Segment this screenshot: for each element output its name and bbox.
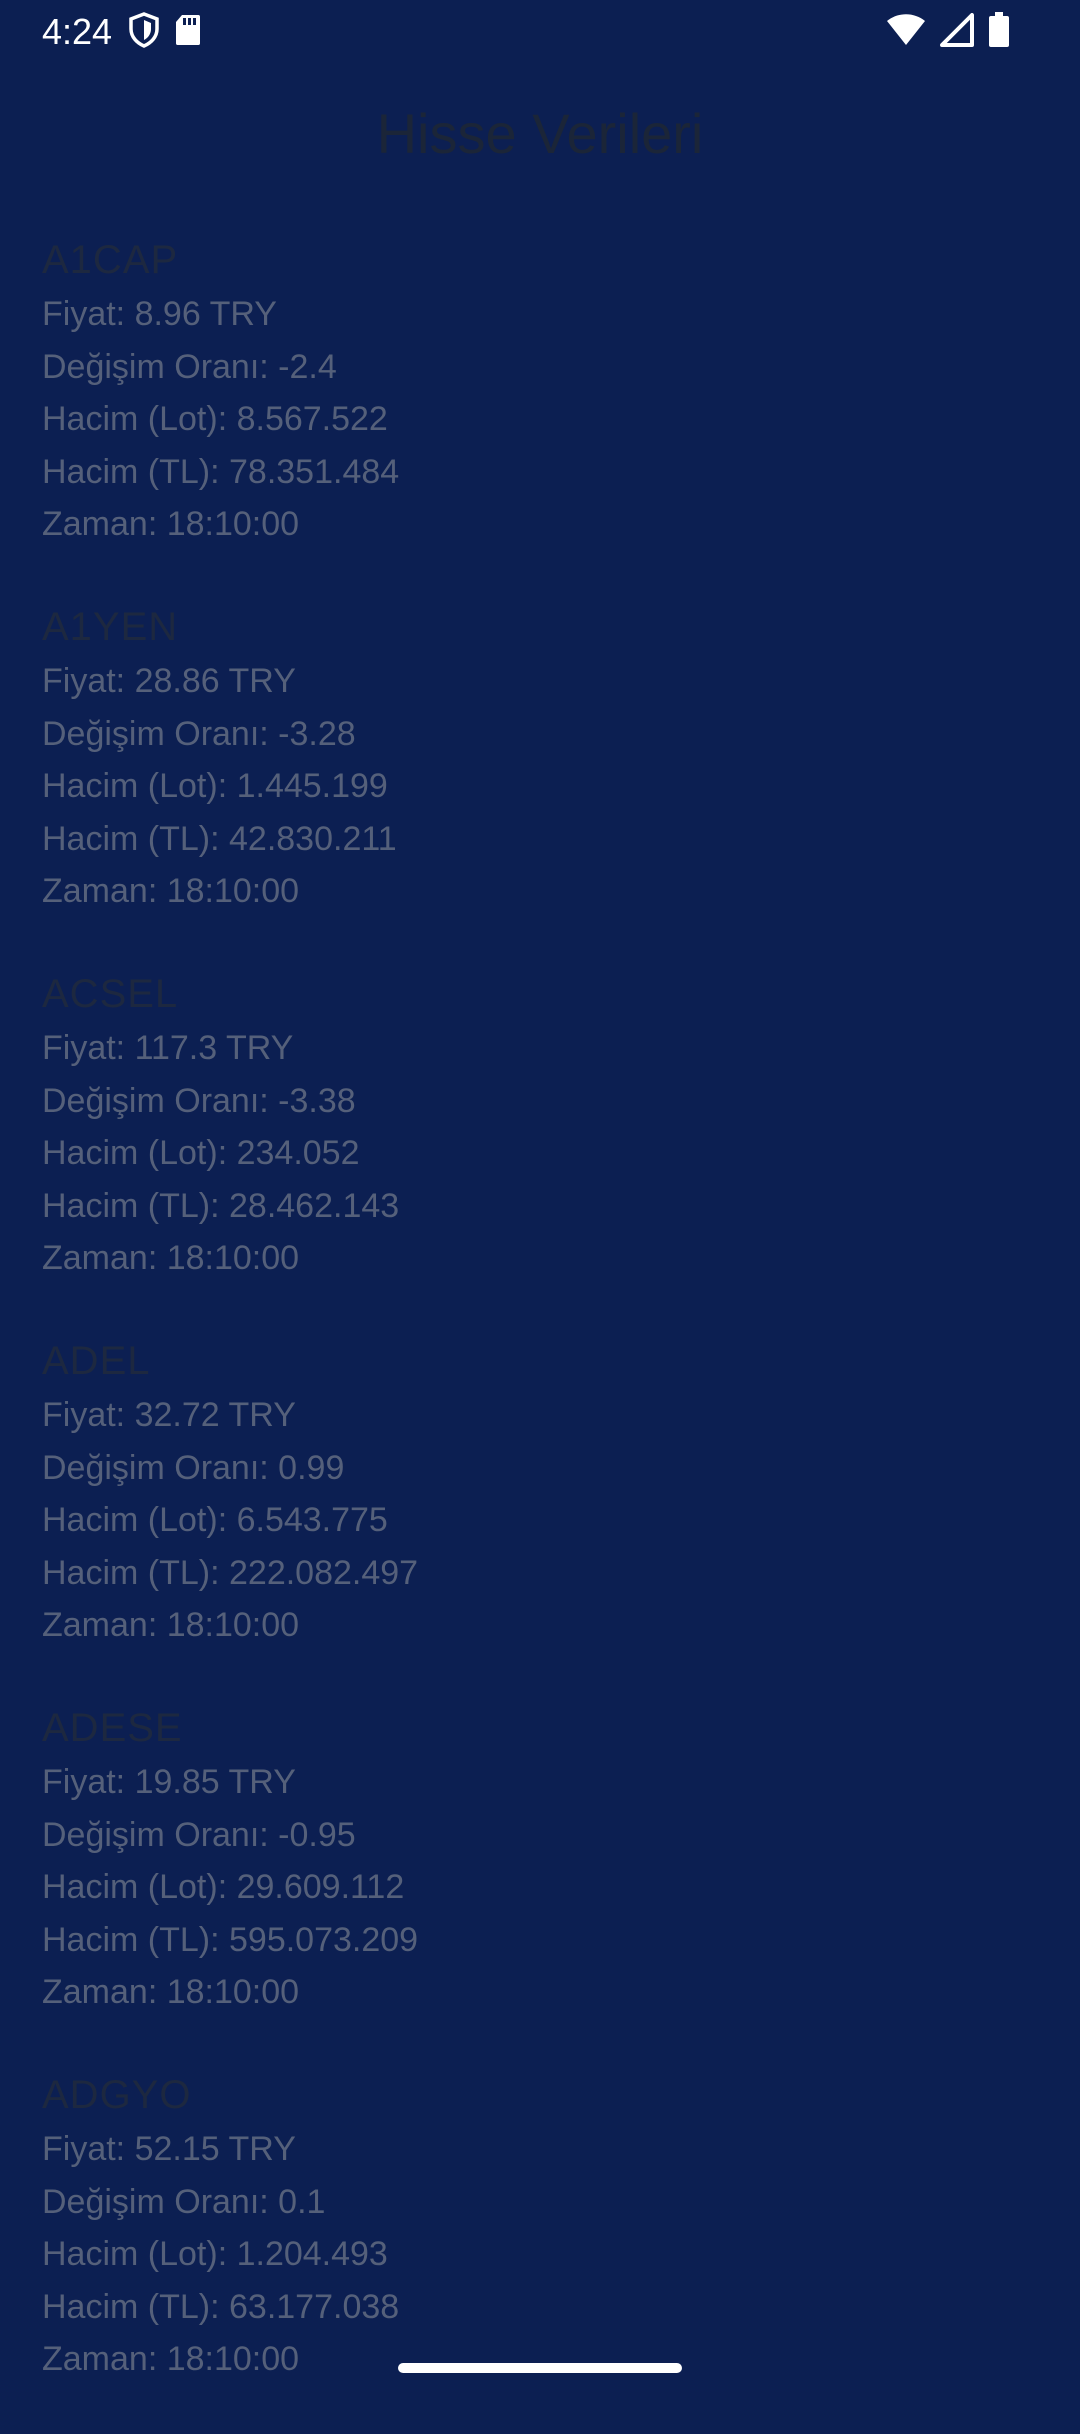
stock-volume-lot: Hacim (Lot): 8.567.522 — [42, 400, 388, 438]
stock-symbol: A1YEN — [42, 605, 179, 649]
stock-symbol: ADESE — [42, 1706, 183, 1750]
wifi-icon — [886, 13, 926, 47]
shield-icon — [128, 12, 160, 48]
stock-card: A1CAP Fiyat: 8.96 TRY Değişim Oranı: -2.… — [42, 232, 1042, 599]
stock-volume-lot: Hacim (Lot): 6.543.775 — [42, 1501, 388, 1539]
stock-price: Fiyat: 52.15 TRY — [42, 2130, 296, 2168]
battery-icon — [988, 12, 1010, 48]
stock-volume-lot: Hacim (Lot): 29.609.112 — [42, 1868, 405, 1906]
status-left-icons — [128, 12, 202, 48]
stock-card: ACSEL Fiyat: 117.3 TRY Değişim Oranı: -3… — [42, 966, 1042, 1333]
stock-time: Zaman: 18:10:00 — [42, 1973, 300, 2011]
status-right-icons — [886, 12, 1010, 48]
stock-time: Zaman: 18:10:00 — [42, 872, 300, 910]
stock-price: Fiyat: 28.86 TRY — [42, 662, 296, 700]
page-title: Hisse Verileri — [376, 102, 704, 165]
stock-card: A1YEN Fiyat: 28.86 TRY Değişim Oranı: -3… — [42, 599, 1042, 966]
stock-volume-lot: Hacim (Lot): 1.445.199 — [42, 767, 388, 805]
stock-volume-tl: Hacim (TL): 78.351.484 — [42, 452, 400, 491]
status-time: 4:24 — [42, 11, 113, 52]
stock-symbol: ADGYO — [42, 2073, 192, 2117]
stock-change-rate: Değişim Oranı: 0.1 — [42, 2182, 326, 2221]
stock-list: A1CAP Fiyat: 8.96 TRY Değişim Oranı: -2.… — [42, 232, 1042, 2434]
stock-time: Zaman: 18:10:00 — [42, 1239, 300, 1277]
sd-card-icon — [174, 13, 202, 47]
stock-price: Fiyat: 117.3 TRY — [42, 1029, 294, 1067]
stock-volume-tl: Hacim (TL): 595.073.209 — [42, 1920, 419, 1959]
stock-change-rate: Değişim Oranı: -3.28 — [42, 714, 356, 753]
stock-volume-tl: Hacim (TL): 222.082.497 — [42, 1553, 419, 1592]
home-gesture-bar[interactable] — [398, 2363, 682, 2373]
stock-volume-lot: Hacim (Lot): 234.052 — [42, 1134, 360, 1172]
stock-symbol: A1CAP — [42, 238, 179, 282]
stock-change-rate: Değişim Oranı: -0.95 — [42, 1815, 356, 1854]
stock-change-rate: Değişim Oranı: -3.38 — [42, 1081, 356, 1120]
stock-card: ADESE Fiyat: 19.85 TRY Değişim Oranı: -0… — [42, 1700, 1042, 2067]
stock-volume-tl: Hacim (TL): 63.177.038 — [42, 2287, 400, 2326]
stock-card: ADGYO Fiyat: 52.15 TRY Değişim Oranı: 0.… — [42, 2067, 1042, 2434]
stock-symbol: ACSEL — [42, 972, 179, 1016]
stock-change-rate: Değişim Oranı: 0.99 — [42, 1448, 345, 1487]
stock-price: Fiyat: 8.96 TRY — [42, 295, 277, 333]
stock-time: Zaman: 18:10:00 — [42, 1606, 300, 1644]
stock-volume-tl: Hacim (TL): 42.830.211 — [42, 819, 397, 858]
stock-card: ADEL Fiyat: 32.72 TRY Değişim Oranı: 0.9… — [42, 1333, 1042, 1700]
stock-change-rate: Değişim Oranı: -2.4 — [42, 347, 337, 386]
status-bar: 4:24 — [0, 0, 1080, 64]
stock-volume-tl: Hacim (TL): 28.462.143 — [42, 1186, 400, 1225]
stock-price: Fiyat: 19.85 TRY — [42, 1763, 296, 1801]
stock-symbol: ADEL — [42, 1339, 151, 1383]
stock-time: Zaman: 18:10:00 — [42, 2340, 300, 2378]
stock-time: Zaman: 18:10:00 — [42, 505, 300, 543]
stock-price: Fiyat: 32.72 TRY — [42, 1396, 296, 1434]
cellular-signal-icon — [940, 13, 974, 47]
stock-volume-lot: Hacim (Lot): 1.204.493 — [42, 2235, 388, 2273]
